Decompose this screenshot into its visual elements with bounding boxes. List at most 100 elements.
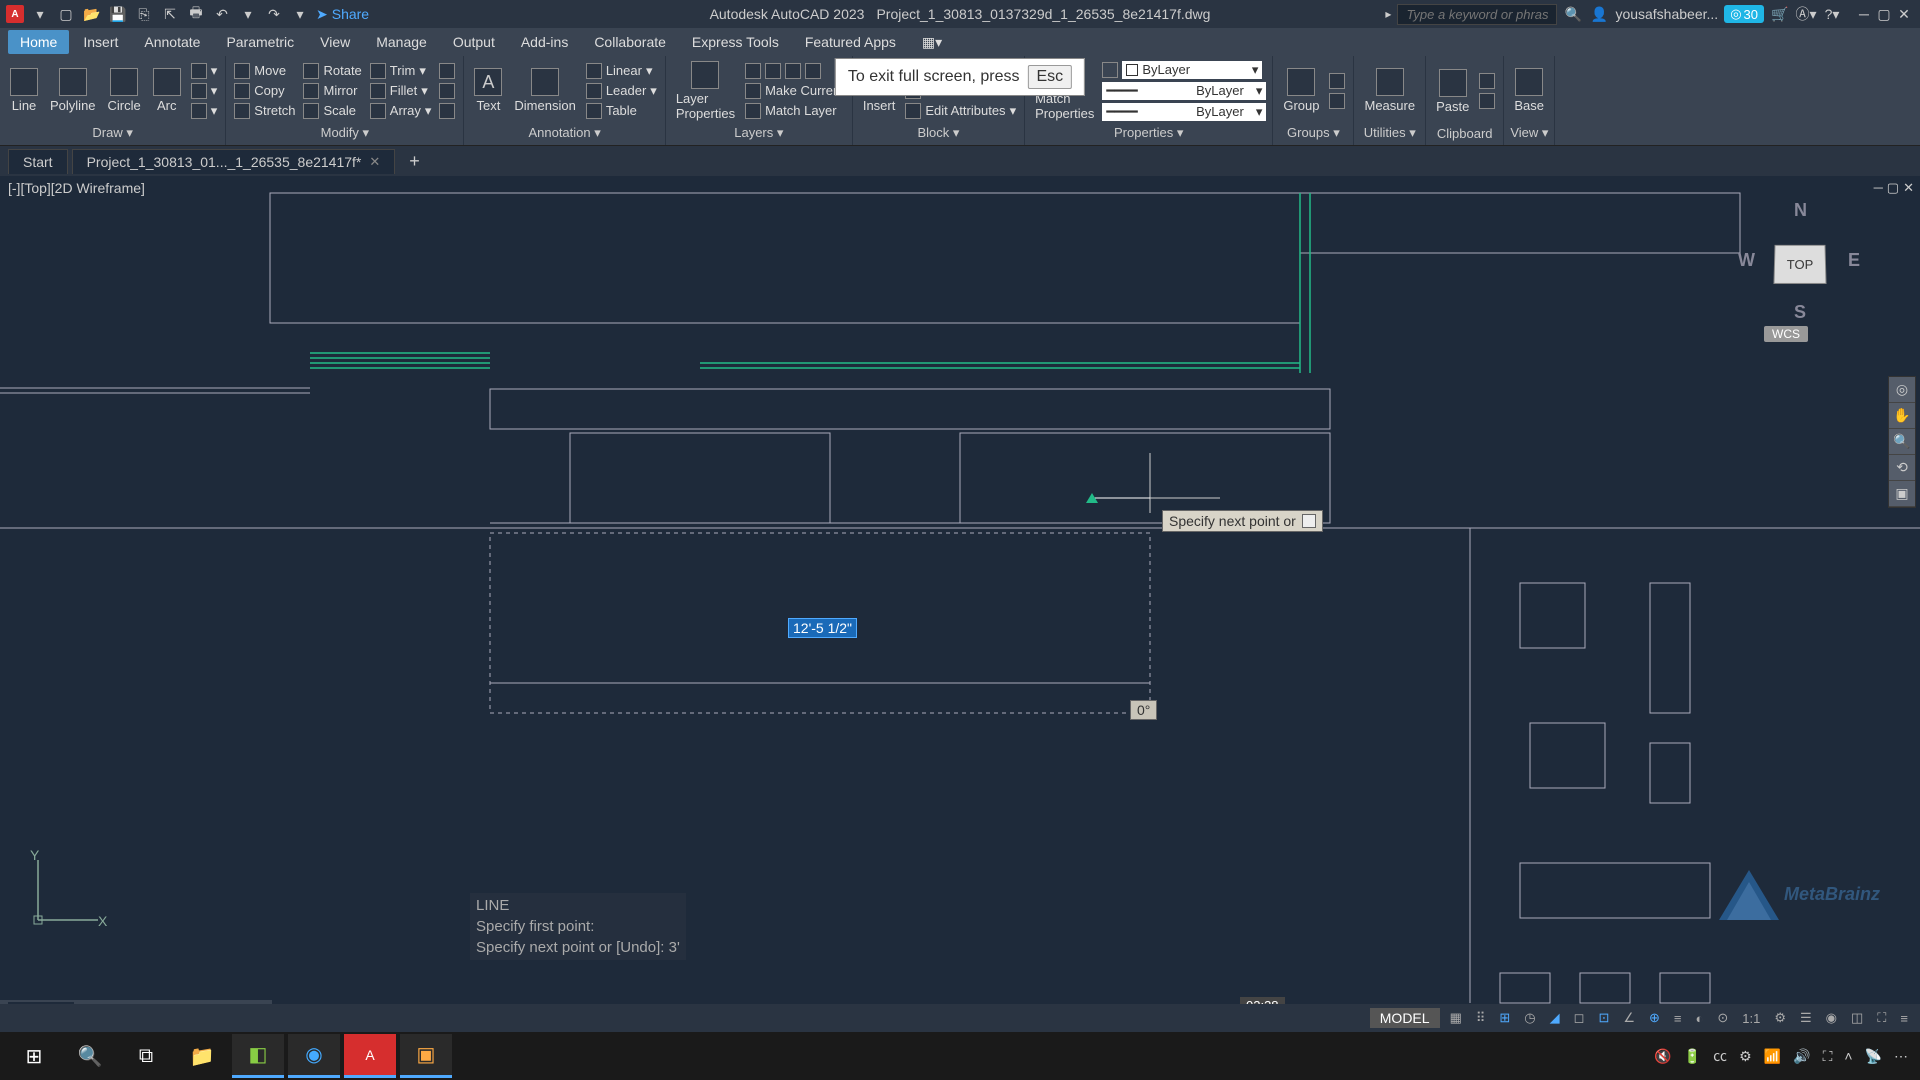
tab-parametric[interactable]: Parametric [214, 30, 306, 54]
stretch-button[interactable]: Stretch [232, 102, 297, 120]
otrack-icon[interactable]: ∠ [1619, 1008, 1639, 1028]
group-button[interactable]: Group [1279, 68, 1323, 113]
rotate-button[interactable]: Rotate [301, 62, 363, 80]
osnap-icon[interactable]: ◻ [1570, 1008, 1589, 1028]
annotation-scale[interactable]: 1:1 [1738, 1009, 1764, 1028]
leader-button[interactable]: Leader ▾ [584, 82, 659, 100]
autocad-icon[interactable]: A [344, 1034, 396, 1078]
panel-draw[interactable]: Draw ▾ [6, 123, 219, 143]
tab-annotate[interactable]: Annotate [132, 30, 212, 54]
hardware-accel-icon[interactable]: ◉ [1822, 1008, 1841, 1028]
full-nav-wheel-icon[interactable]: ◎ [1889, 377, 1915, 403]
tray-battery-icon[interactable]: 🔋 [1684, 1048, 1701, 1065]
panel-block[interactable]: Block ▾ [859, 123, 1018, 143]
selection-cycling-icon[interactable]: ⊙ [1713, 1008, 1732, 1028]
coins-badge[interactable]: ◎30 [1724, 5, 1764, 23]
saveas-icon[interactable]: ⎘ [134, 4, 154, 24]
save-icon[interactable]: 💾 [108, 4, 128, 24]
viewcube-west[interactable]: W [1738, 250, 1755, 271]
tray-settings-icon[interactable]: ⚙ [1739, 1048, 1752, 1065]
menu-dropdown-icon[interactable]: ▾ [30, 4, 50, 24]
modify-extra-1[interactable] [437, 62, 457, 80]
isodraft-icon[interactable]: ◢ [1546, 1008, 1564, 1028]
ortho-icon[interactable]: ⊞ [1495, 1008, 1514, 1028]
tab-insert[interactable]: Insert [71, 30, 130, 54]
autodesk-app-icon[interactable]: Ⓐ▾ [1796, 4, 1816, 24]
edge-icon[interactable]: ◉ [288, 1034, 340, 1078]
base-button[interactable]: Base [1510, 68, 1548, 113]
panel-annotation[interactable]: Annotation ▾ [470, 123, 658, 143]
close-button[interactable]: ✕ [1896, 6, 1912, 22]
add-tab-button[interactable]: + [399, 151, 430, 172]
lineweight-icon[interactable]: ≡ [1670, 1009, 1686, 1028]
paste-button[interactable]: Paste [1432, 69, 1473, 114]
help-icon[interactable]: ?▾ [1822, 4, 1842, 24]
text-button[interactable]: AText [470, 68, 506, 113]
minimize-button[interactable]: ─ [1856, 6, 1872, 22]
copy-clip-button[interactable] [1477, 92, 1497, 110]
maximize-button[interactable]: ▢ [1876, 6, 1892, 22]
undo-icon[interactable]: ↶ [212, 4, 232, 24]
ucs-icon[interactable]: Y X [18, 850, 108, 940]
make-current-button[interactable]: Make Current [743, 82, 846, 100]
tab-featured[interactable]: Featured Apps [793, 30, 908, 54]
copy-button[interactable]: Copy [232, 82, 297, 100]
polar-icon[interactable]: ◷ [1520, 1008, 1539, 1028]
fillet-button[interactable]: Fillet ▾ [368, 82, 434, 100]
line-button[interactable]: Line [6, 68, 42, 113]
dynamic-input-icon[interactable]: ⊕ [1645, 1008, 1664, 1028]
pan-icon[interactable]: ✋ [1889, 403, 1915, 429]
viewcube-north[interactable]: N [1794, 200, 1807, 221]
layer-btn-row-1[interactable] [743, 62, 846, 80]
modify-extra-3[interactable] [437, 102, 457, 120]
linear-button[interactable]: Linear ▾ [584, 62, 659, 80]
search-icon[interactable]: 🔍 [1563, 4, 1583, 24]
user-icon[interactable]: 👤 [1589, 4, 1609, 24]
tab-output[interactable]: Output [441, 30, 507, 54]
snap-icon[interactable]: ⠿ [1472, 1008, 1490, 1028]
measure-button[interactable]: Measure [1360, 68, 1419, 113]
redo-icon[interactable]: ↷ [264, 4, 284, 24]
panel-properties[interactable]: Properties ▾ [1031, 123, 1266, 143]
gear-icon[interactable]: ⚙ [1770, 1008, 1790, 1028]
share-button[interactable]: ➤Share [316, 6, 369, 23]
taskview-icon[interactable]: ⧉ [120, 1034, 172, 1078]
tab-home[interactable]: Home [8, 30, 69, 54]
start-tab[interactable]: Start [8, 149, 68, 174]
isolate-icon[interactable]: ◫ [1847, 1008, 1867, 1028]
cart-icon[interactable]: 🛒 [1770, 4, 1790, 24]
undo-dropdown-icon[interactable]: ▾ [238, 4, 258, 24]
draw-flyout-2[interactable]: ▾ [189, 82, 220, 100]
3dosnap-icon[interactable]: ⊡ [1594, 1008, 1613, 1028]
polyline-button[interactable]: Polyline [46, 68, 100, 113]
panel-modify[interactable]: Modify ▾ [232, 123, 457, 143]
mirror-button[interactable]: Mirror [301, 82, 363, 100]
tray-network-icon[interactable]: 📶 [1764, 1048, 1781, 1065]
tab-manage[interactable]: Manage [364, 30, 439, 54]
cad-canvas[interactable] [0, 176, 1920, 1020]
clean-screen-icon[interactable]: ⛶ [1873, 1008, 1890, 1028]
search-input[interactable] [1397, 4, 1557, 25]
ungroup-button[interactable] [1327, 72, 1347, 90]
search-taskbar-icon[interactable]: 🔍 [64, 1034, 116, 1078]
color-combo[interactable]: ByLayer▾ [1122, 61, 1262, 79]
redo-dropdown-icon[interactable]: ▾ [290, 4, 310, 24]
panel-clipboard[interactable]: Clipboard [1432, 124, 1497, 143]
app-icon[interactable]: A [6, 5, 24, 23]
draw-flyout-3[interactable]: ▾ [189, 102, 220, 120]
wcs-badge[interactable]: WCS [1764, 326, 1808, 342]
plot-icon[interactable]: 🖶 [186, 4, 206, 24]
tray-cc-icon[interactable]: ㏄ [1713, 1046, 1727, 1066]
tray-more-icon[interactable]: ⋯ [1894, 1048, 1908, 1065]
scale-button[interactable]: Scale [301, 102, 363, 120]
linetype-combo[interactable]: ━━━━ByLayer▾ [1102, 103, 1266, 121]
viewcube-top[interactable]: TOP [1773, 245, 1826, 284]
grid-icon[interactable]: ▦ [1446, 1008, 1466, 1028]
tab-more-icon[interactable]: ▦▾ [910, 30, 954, 55]
viewcube-south[interactable]: S [1794, 302, 1806, 323]
camtasia-icon[interactable]: ◧ [232, 1034, 284, 1078]
showmotion-icon[interactable]: ▣ [1889, 481, 1915, 507]
viewcube[interactable]: N S W E TOP WCS [1740, 196, 1860, 356]
cut-button[interactable] [1477, 72, 1497, 90]
close-tab-icon[interactable]: ✕ [369, 154, 380, 170]
